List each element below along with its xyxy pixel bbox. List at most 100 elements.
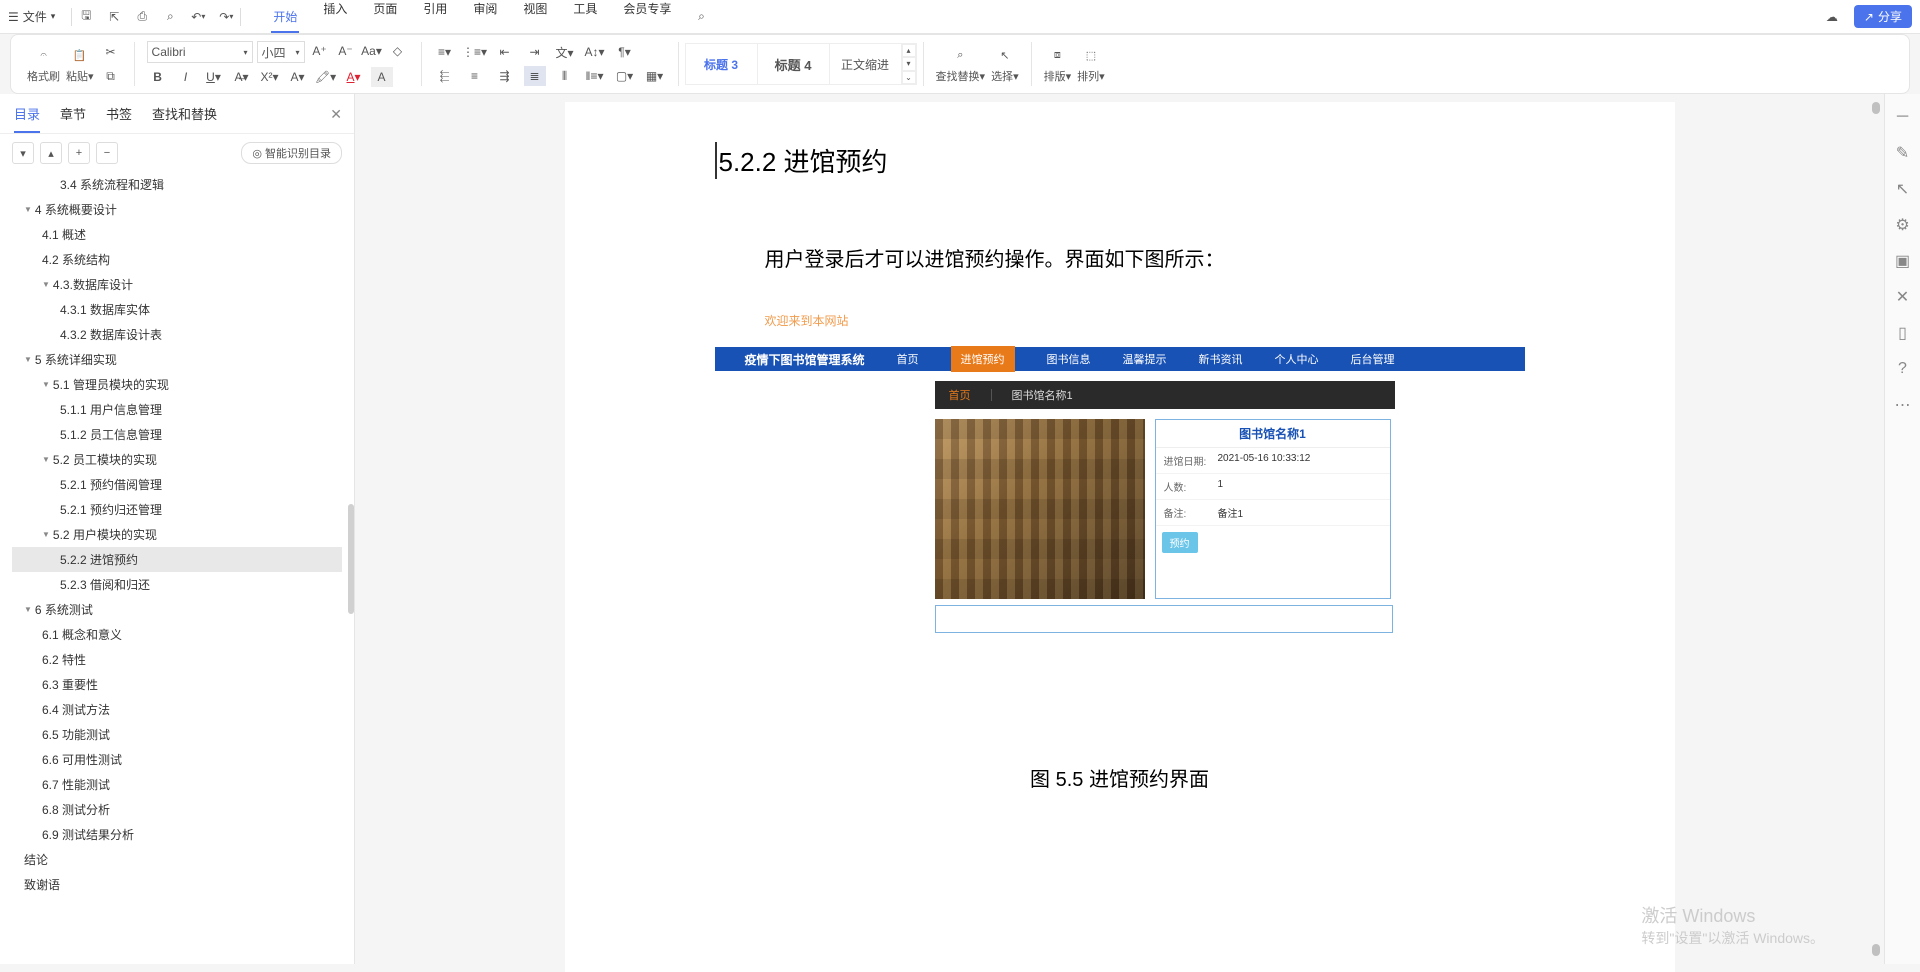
toc-item[interactable]: 6.8 测试分析	[12, 797, 342, 822]
menu-tab-5[interactable]: 视图	[521, 0, 549, 33]
select-icon[interactable]: ↖	[1894, 180, 1912, 198]
menu-tab-3[interactable]: 引用	[421, 0, 449, 33]
underline-button[interactable]: U▾	[203, 67, 225, 87]
file-menu[interactable]: ☰文件▾	[8, 8, 55, 25]
shading-icon[interactable]: ▢▾	[614, 66, 636, 86]
settings-icon[interactable]: ⚙	[1894, 216, 1912, 234]
cut-icon[interactable]: ✂	[100, 42, 122, 62]
char-shading-button[interactable]: A	[371, 67, 393, 87]
toc-item[interactable]: 5.2.2 进馆预约	[12, 547, 342, 572]
image-icon[interactable]: ▣	[1894, 252, 1912, 270]
align-right-icon[interactable]: ⇶	[494, 66, 516, 86]
menu-tab-1[interactable]: 插入	[321, 0, 349, 33]
minimize-icon[interactable]: ─	[1894, 108, 1912, 126]
toc-item[interactable]: 4.3.1 数据库实体	[12, 297, 342, 322]
close-icon[interactable]: ✕	[330, 106, 342, 123]
style-more-icon[interactable]: ⌄	[902, 71, 916, 84]
toc-item[interactable]: 4.2 系统结构	[12, 247, 342, 272]
find-replace-button[interactable]: ⌕ 查找替换▾	[936, 45, 986, 84]
sidebar-tab-1[interactable]: 章节	[60, 104, 86, 133]
change-case-icon[interactable]: Aa▾	[361, 41, 383, 61]
superscript-button[interactable]: X²▾	[259, 67, 281, 87]
sort-icon[interactable]: A↕▾	[584, 42, 606, 62]
style-down-icon[interactable]: ▾	[902, 57, 916, 70]
redo-icon[interactable]: ↷▾	[218, 9, 234, 25]
show-marks-icon[interactable]: ¶▾	[614, 42, 636, 62]
toc-item[interactable]: 致谢语	[12, 872, 342, 897]
sidebar-tab-2[interactable]: 书签	[106, 104, 132, 133]
menu-tab-6[interactable]: 工具	[571, 0, 599, 33]
text-direction-icon[interactable]: 文▾	[554, 42, 576, 62]
share-button[interactable]: ↗分享	[1854, 5, 1912, 28]
export-icon[interactable]: ⇱	[106, 9, 122, 25]
shrink-font-icon[interactable]: A⁻	[335, 41, 357, 61]
text-effect-button[interactable]: A▾	[287, 67, 309, 87]
toc-item[interactable]: ▼5.2 用户模块的实现	[12, 522, 342, 547]
format-painter-button[interactable]: 𝄐 格式刷	[27, 45, 60, 84]
toc-item[interactable]: 6.4 测试方法	[12, 697, 342, 722]
toc-item[interactable]: 5.1.1 用户信息管理	[12, 397, 342, 422]
menu-tab-2[interactable]: 页面	[371, 0, 399, 33]
bold-button[interactable]: B	[147, 67, 169, 87]
edit-icon[interactable]: ✎	[1894, 144, 1912, 162]
italic-button[interactable]: I	[175, 67, 197, 87]
font-color-button[interactable]: A▾	[343, 67, 365, 87]
justify-icon[interactable]: ≣	[524, 66, 546, 86]
toc-item[interactable]: 6.5 功能测试	[12, 722, 342, 747]
align-center-icon[interactable]: ≡	[464, 66, 486, 86]
font-size-select[interactable]: 小四▾	[257, 41, 305, 63]
toc-item[interactable]: 4.3.2 数据库设计表	[12, 322, 342, 347]
style-body-indent[interactable]: 正文缩进	[830, 44, 902, 84]
document-scrollbar[interactable]	[1870, 102, 1882, 956]
expand-all-button[interactable]: ▴	[40, 142, 62, 164]
align-left-icon[interactable]: ⬱	[434, 66, 456, 86]
toc-item[interactable]: 4.1 概述	[12, 222, 342, 247]
toc-item[interactable]: 6.1 概念和意义	[12, 622, 342, 647]
clear-format-icon[interactable]: ◇	[387, 41, 409, 61]
toc-item[interactable]: 3.4 系统流程和逻辑	[12, 172, 342, 197]
sidebar-scrollbar[interactable]	[348, 504, 354, 614]
toc-item[interactable]: ▼4.3.数据库设计	[12, 272, 342, 297]
search-icon[interactable]: ⌕	[693, 9, 709, 25]
menu-tab-0[interactable]: 开始	[271, 8, 299, 33]
smart-toc-button[interactable]: ◎智能识别目录	[241, 142, 342, 164]
collapse-all-button[interactable]: ▾	[12, 142, 34, 164]
toc-item[interactable]: ▼5.2 员工模块的实现	[12, 447, 342, 472]
document-page[interactable]: 5.2.2 进馆预约 用户登录后才可以进馆预约操作。界面如下图所示： 欢迎来到本…	[565, 102, 1675, 972]
toc-item[interactable]: 5.1.2 员工信息管理	[12, 422, 342, 447]
bullet-list-icon[interactable]: ≡▾	[434, 42, 456, 62]
cloud-icon[interactable]: ☁	[1824, 9, 1840, 25]
toc-item[interactable]: 6.6 可用性测试	[12, 747, 342, 772]
layout-button[interactable]: ⧈ 排版▾	[1044, 45, 1072, 84]
preview-icon[interactable]: ⌕	[162, 9, 178, 25]
font-select[interactable]: Calibri▾	[147, 41, 253, 63]
toc-item[interactable]: ▼6 系统测试	[12, 597, 342, 622]
select-button[interactable]: ↖ 选择▾	[991, 45, 1019, 84]
remove-toc-button[interactable]: −	[96, 142, 118, 164]
style-up-icon[interactable]: ▴	[902, 44, 916, 57]
help-icon[interactable]: ?	[1894, 360, 1912, 378]
more-icon[interactable]: ⋯	[1894, 396, 1912, 414]
toc-item[interactable]: 5.2.1 预约归还管理	[12, 497, 342, 522]
copy-icon[interactable]: ⧉	[100, 66, 122, 86]
paste-button[interactable]: 📋 粘贴▾	[66, 45, 94, 84]
toc-item[interactable]: 5.2.3 借阅和归还	[12, 572, 342, 597]
menu-tab-7[interactable]: 会员专享	[621, 0, 673, 33]
increase-indent-icon[interactable]: ⇥	[524, 42, 546, 62]
toc-item[interactable]: 6.9 测试结果分析	[12, 822, 342, 847]
print-icon[interactable]: ⎙	[134, 9, 150, 25]
menu-tab-4[interactable]: 审阅	[471, 0, 499, 33]
toc-item[interactable]: 6.3 重要性	[12, 672, 342, 697]
distribute-icon[interactable]: ⫴	[554, 66, 576, 86]
highlight-button[interactable]: 🖍▾	[315, 67, 337, 87]
toc-item[interactable]: 6.7 性能测试	[12, 772, 342, 797]
toc-item[interactable]: 6.2 特性	[12, 647, 342, 672]
save-icon[interactable]: 🖫	[78, 9, 94, 25]
toc-item[interactable]: 5.2.1 预约借阅管理	[12, 472, 342, 497]
strike-button[interactable]: A̶▾	[231, 67, 253, 87]
borders-icon[interactable]: ▦▾	[644, 66, 666, 86]
toc-item[interactable]: 结论	[12, 847, 342, 872]
sidebar-tab-0[interactable]: 目录	[14, 104, 40, 133]
add-toc-button[interactable]: +	[68, 142, 90, 164]
undo-icon[interactable]: ↶▾	[190, 9, 206, 25]
